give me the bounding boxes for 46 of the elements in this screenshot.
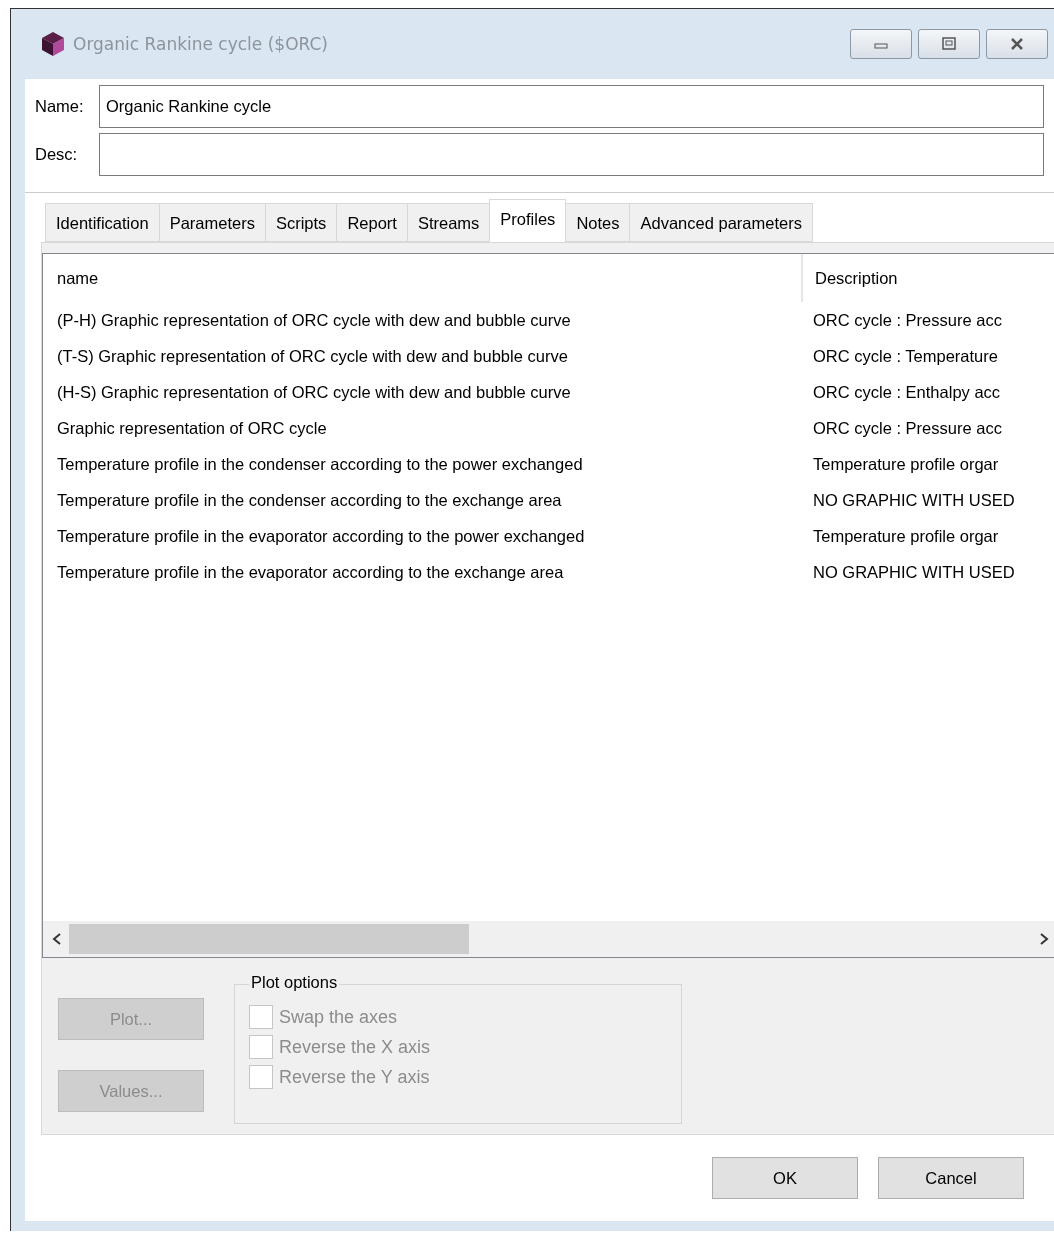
cube-icon — [41, 31, 65, 57]
checkbox-label: Reverse the X axis — [279, 1036, 431, 1058]
dialog-button[interactable]: Cancel — [878, 1157, 1024, 1199]
tab[interactable]: Streams — [406, 203, 490, 242]
table-cell-text: Temperature profile orgar — [812, 454, 1000, 474]
column-header[interactable]: name — [43, 254, 803, 302]
tab[interactable]: Report — [336, 203, 407, 242]
table-cell-text: (H-S) Graphic representation of ORC cycle with dew and bubble curve — [56, 382, 572, 402]
table-cell-text: Graphic representation of ORC cycle — [56, 418, 328, 438]
minimize-button[interactable] — [850, 29, 912, 59]
tab[interactable]: Advanced parameters — [629, 203, 813, 242]
column-header[interactable]: Description — [803, 254, 1054, 302]
field-label: Name: — [35, 97, 85, 116]
tab[interactable]: Identification — [45, 203, 159, 242]
tab[interactable]: Scripts — [264, 203, 337, 242]
table-cell-text: ORC cycle : Enthalpy acc — [812, 382, 1002, 402]
table-cell-text: ORC cycle : Pressure acc — [812, 310, 1003, 330]
close-icon — [1009, 37, 1025, 51]
text-field[interactable] — [99, 133, 1044, 176]
restore-button[interactable] — [918, 29, 980, 59]
group-title: Plot options — [249, 973, 340, 992]
horizontal-scrollbar[interactable] — [43, 921, 1054, 957]
dialog-button[interactable]: OK — [712, 1157, 858, 1199]
table-cell-text: ORC cycle : Temperature — [812, 346, 999, 366]
table-cell-text: NO GRAPHIC WITH USED — [812, 490, 1016, 510]
restore-icon — [941, 37, 957, 51]
table-cell-text: Temperature profile in the condenser according to the exchange area — [56, 490, 563, 510]
table-cell-text: Temperature profile in the condenser according to the power exchanged — [56, 454, 584, 474]
table-cell-text: NO GRAPHIC WITH USED — [812, 562, 1016, 582]
scroll-right-icon[interactable] — [1038, 932, 1050, 946]
text-field[interactable]: Organic Rankine cycle — [99, 85, 1044, 128]
table-cell-text: Temperature profile orgar — [812, 526, 1000, 546]
checkbox-label: Swap the axes — [279, 1006, 398, 1028]
table-cell-text: Temperature profile in the evaporator according to the exchange area — [56, 562, 565, 582]
tab[interactable]: Parameters — [158, 203, 265, 242]
field-label: Desc: — [35, 145, 79, 164]
window-title: Organic Rankine cycle ($ORC) — [73, 34, 328, 54]
table-cell-text: ORC cycle : Pressure acc — [812, 418, 1003, 438]
tab[interactable]: Notes — [565, 203, 630, 242]
scroll-left-icon[interactable] — [51, 932, 63, 946]
table-cell-text: (T-S) Graphic representation of ORC cycle with dew and bubble curve — [56, 346, 569, 366]
checkbox-label: Reverse the Y axis — [279, 1066, 430, 1088]
close-button[interactable] — [986, 29, 1048, 59]
table-cell-text: Temperature profile in the evaporator according to the power exchanged — [56, 526, 586, 546]
table-cell-text: (P-H) Graphic representation of ORC cycle with dew and bubble curve — [56, 310, 572, 330]
tab[interactable]: Profiles — [489, 199, 567, 242]
